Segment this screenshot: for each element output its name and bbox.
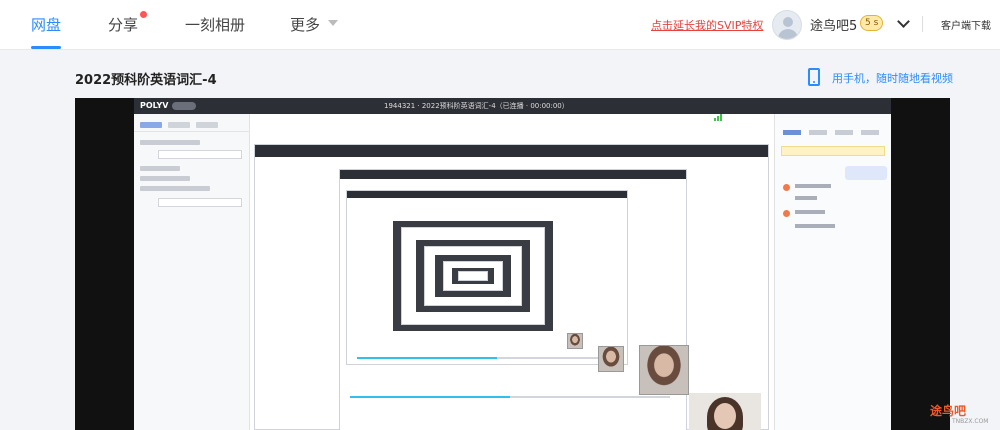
nav-item-netdisk[interactable]: 网盘 (31, 14, 61, 35)
nav-divider (922, 16, 923, 32)
more-caret-icon[interactable] (328, 20, 338, 26)
vip-level-badge: 5 s (860, 15, 884, 31)
nav-item-album[interactable]: 一刻相册 (185, 14, 245, 35)
video-frame: POLYV 1944321 · 2022预科阶英语词汇-4（已连播 · 00:0… (134, 98, 891, 430)
svip-promo-link[interactable]: 点击延长我的SVIP特权 (651, 17, 763, 33)
client-download-link[interactable]: 客户端下载 (941, 17, 991, 32)
video-app-titlebar: POLYV 1944321 · 2022预科阶英语词汇-4（已连播 · 00:0… (134, 98, 891, 121)
watermark-url: TNBZX.COM (952, 418, 989, 425)
video-left-panel (134, 114, 250, 430)
video-right-panel (774, 114, 891, 430)
watermark-logo: 途鸟吧 (930, 404, 967, 418)
polyv-logo: POLYV (140, 101, 169, 110)
chevron-down-icon[interactable] (897, 15, 910, 28)
top-nav: 网盘 分享 一刻相册 更多 点击延长我的SVIP特权 途鸟吧5 5 s 客户端下… (0, 0, 1000, 50)
signal-icon (714, 102, 774, 121)
page-title: 2022预科阶英语词汇-4 (75, 73, 217, 88)
mobile-phone-icon[interactable] (808, 68, 820, 86)
video-player[interactable]: POLYV 1944321 · 2022预科阶英语词汇-4（已连播 · 00:0… (75, 98, 950, 430)
nested-webcam-medium (639, 345, 689, 395)
username[interactable]: 途鸟吧5 (810, 15, 857, 34)
notification-dot (140, 11, 147, 18)
nested-frame-1 (254, 144, 769, 430)
nav-active-indicator (31, 46, 61, 49)
user-avatar-icon[interactable] (772, 10, 802, 40)
watch-on-mobile-link[interactable]: 用手机，随时随地看视频 (832, 70, 953, 86)
nested-frame-2 (339, 169, 687, 430)
nested-webcam-thumb (598, 346, 624, 372)
video-screen-title: 1944321 · 2022预科阶英语词汇-4（已连播 · 00:00:00） (384, 102, 569, 110)
nav-item-more[interactable]: 更多 (290, 14, 320, 35)
webcam-overlay (689, 393, 761, 430)
polyv-version-pill (172, 102, 196, 110)
nested-frame-3 (346, 190, 628, 365)
nav-item-share[interactable]: 分享 (108, 14, 138, 35)
